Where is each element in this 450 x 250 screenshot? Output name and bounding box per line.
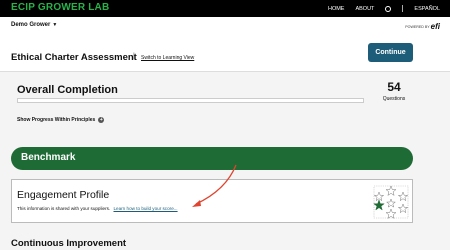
continue-button[interactable]: Continue: [368, 43, 413, 62]
star-wreath-icon: [373, 185, 409, 219]
benchmark-label: Benchmark: [21, 152, 76, 163]
question-count: 54: [387, 80, 401, 94]
grower-name: Demo Grower: [11, 22, 51, 28]
nav-divider: [402, 5, 404, 12]
plus-circle-icon[interactable]: +: [98, 117, 105, 123]
switch-view-link[interactable]: Switch to Learning View: [141, 55, 194, 61]
question-count-label: Questions: [382, 96, 406, 102]
top-navbar: ECIP GROWER LAB HOME ABOUT ESPAÑOL: [0, 0, 450, 17]
show-progress-toggle[interactable]: Show Progress Within Principles +: [17, 117, 105, 123]
caret-down-icon: ▼: [52, 22, 58, 28]
title-divider: |: [133, 53, 135, 60]
show-progress-label: Show Progress Within Principles: [17, 117, 96, 123]
completion-title: Overall Completion: [17, 84, 118, 96]
benchmark-section-header[interactable]: Benchmark: [11, 147, 413, 170]
engagement-title: Engagement Profile: [17, 189, 110, 201]
sub-header: Demo Grower ▼ POWERED BY efi: [0, 17, 450, 37]
efi-logo: efi: [430, 22, 440, 31]
continuous-improvement-title: Continuous Improvement: [11, 238, 127, 249]
nav-about[interactable]: ABOUT: [355, 6, 374, 12]
brand-logo[interactable]: ECIP GROWER LAB: [11, 2, 109, 13]
top-nav: HOME ABOUT ESPAÑOL: [317, 5, 440, 12]
user-circle-icon[interactable]: [385, 5, 392, 12]
grower-selector[interactable]: Demo Grower ▼: [11, 22, 57, 28]
powered-by-label: POWERED BY: [405, 24, 430, 29]
powered-by: POWERED BY efi: [405, 22, 440, 31]
engagement-text: This information is shared with your sup…: [17, 206, 111, 211]
engagement-description: This information is shared with your sup…: [17, 206, 178, 211]
page-title: Ethical Charter Assessment: [11, 52, 137, 63]
language-toggle[interactable]: ESPAÑOL: [414, 6, 440, 12]
learn-score-link[interactable]: Learn how to build your score...: [113, 206, 177, 211]
completion-progress-bar: [17, 98, 364, 103]
nav-home[interactable]: HOME: [328, 6, 345, 12]
engagement-profile-card: Engagement Profile This information is s…: [11, 179, 413, 223]
